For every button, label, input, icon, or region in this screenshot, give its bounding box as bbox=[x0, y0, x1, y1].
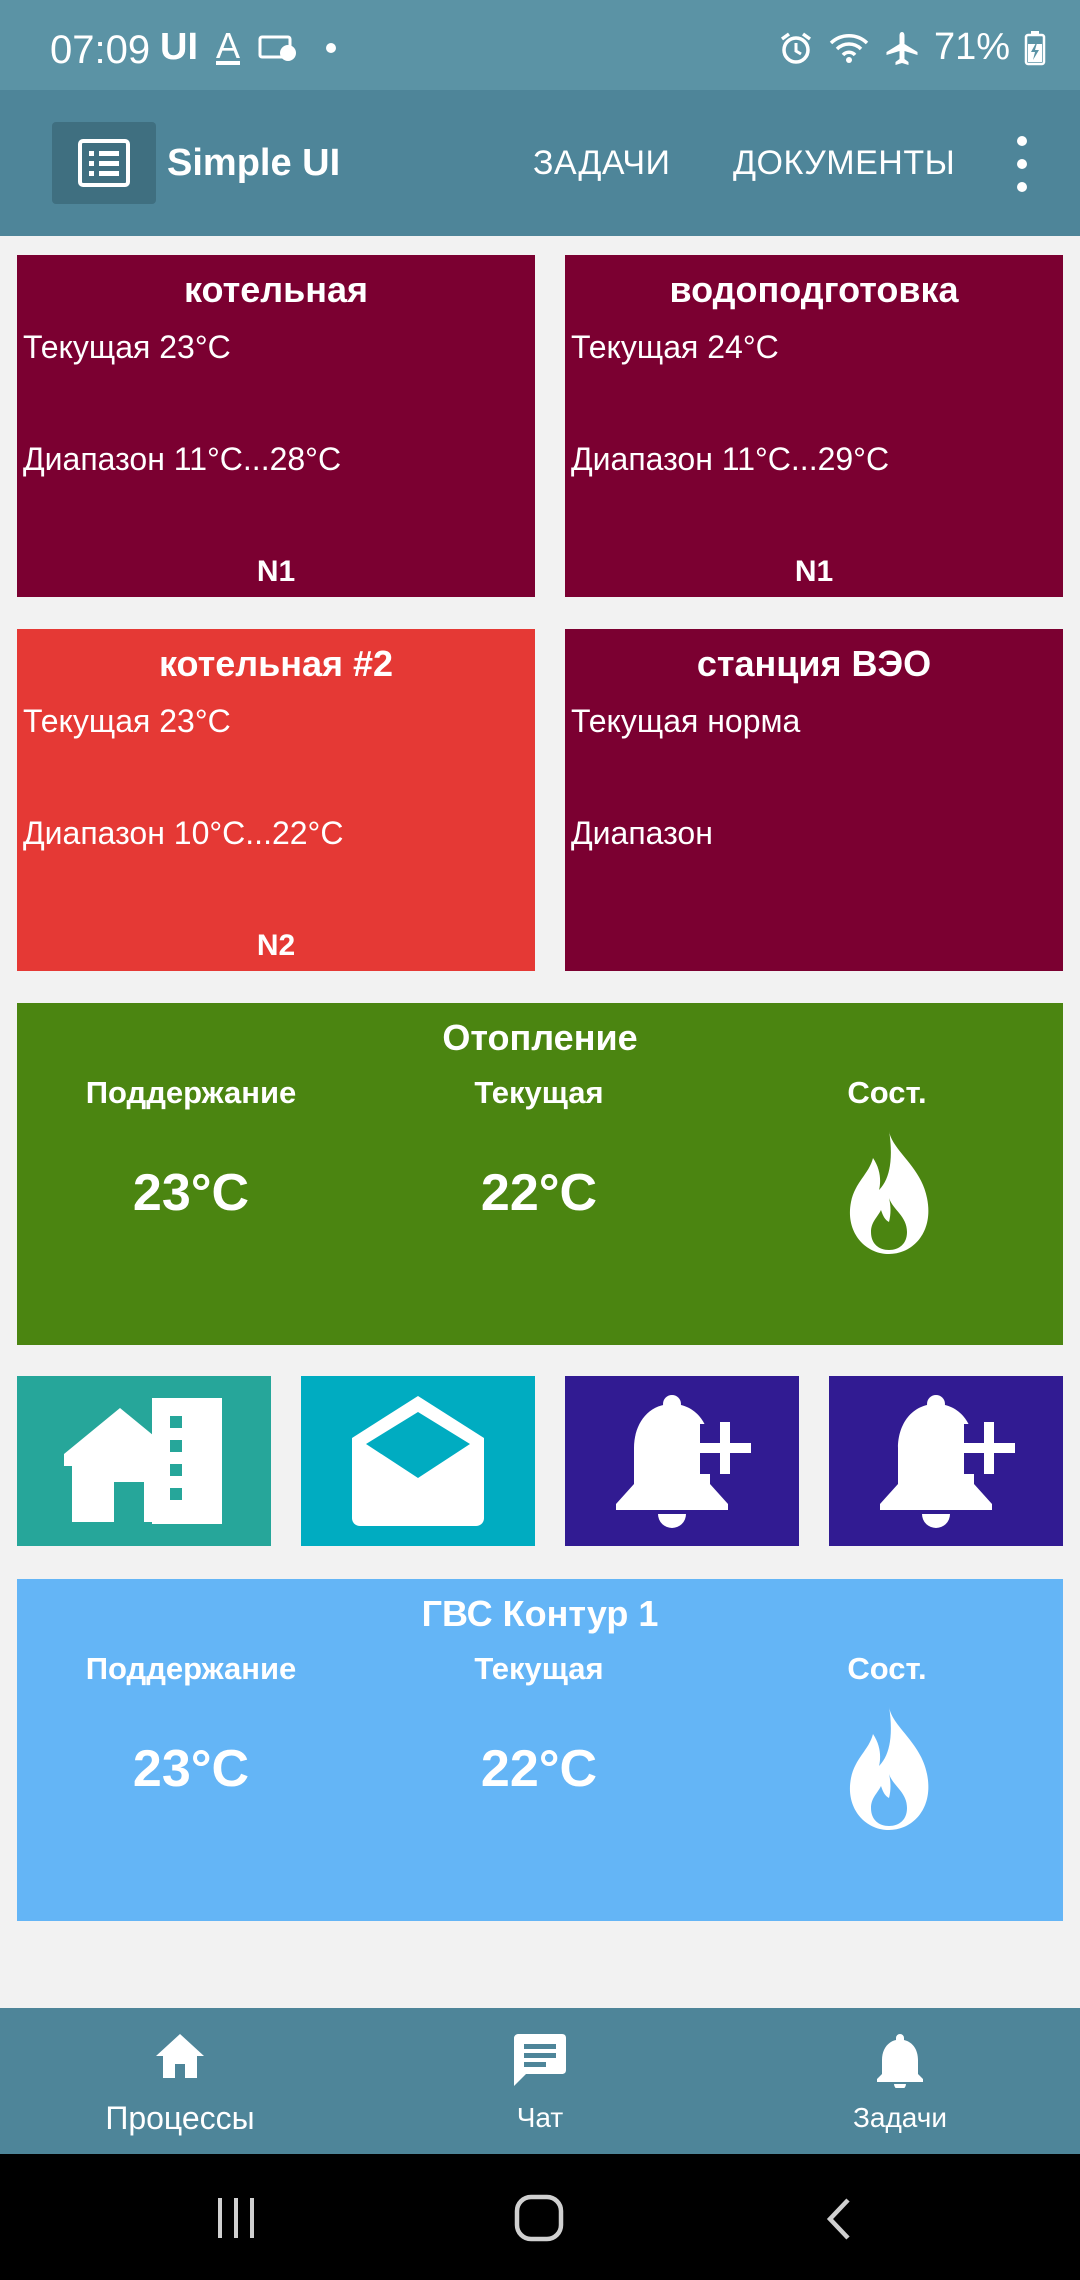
tile-current: Текущая 23°C bbox=[23, 703, 231, 739]
hot-water-panel[interactable]: ГВС Контур 1 Поддержание 23°C Текущая 22… bbox=[17, 1579, 1063, 1921]
font-a-icon: A bbox=[216, 24, 241, 66]
tile-footer: N1 bbox=[256, 555, 296, 588]
overflow-menu-button[interactable] bbox=[1000, 136, 1044, 192]
home-icon bbox=[156, 2034, 204, 2078]
panel-title: Отопление bbox=[442, 1017, 638, 1058]
current-label: Текущая bbox=[474, 1075, 604, 1110]
recents-icon[interactable] bbox=[214, 2196, 258, 2240]
home-circle-icon[interactable] bbox=[514, 2194, 564, 2242]
panel-title: ГВС Контур 1 bbox=[421, 1593, 659, 1634]
nav-item-chat[interactable]: Чат bbox=[360, 2008, 720, 2154]
current-value: 22°C bbox=[480, 1740, 598, 1798]
tile-boiler-room[interactable]: котельная Текущая 23°C Диапазон 11°C...2… bbox=[17, 255, 535, 597]
tile-title: котельная bbox=[183, 269, 369, 310]
back-icon[interactable] bbox=[824, 2196, 854, 2242]
nav-label: Процессы bbox=[105, 2100, 255, 2136]
tab-tasks[interactable]: ЗАДАЧИ bbox=[533, 144, 671, 183]
dot-icon bbox=[326, 42, 337, 53]
tile-veo-station[interactable]: станция ВЭО Текущая норма Диапазон bbox=[565, 629, 1063, 971]
bottom-navigation: Процессы Чат Задачи bbox=[0, 2008, 1080, 2154]
app-bar: Simple UI ЗАДАЧИ ДОКУМЕНТЫ bbox=[0, 90, 1080, 236]
battery-icon bbox=[1024, 30, 1046, 65]
flame-icon bbox=[849, 1130, 929, 1254]
tile-footer: N2 bbox=[256, 929, 296, 962]
flame-icon bbox=[849, 1706, 929, 1830]
tile-footer: N1 bbox=[794, 555, 834, 588]
current-label: Текущая bbox=[474, 1651, 604, 1686]
tile-water-treatment[interactable]: водоподготовка Текущая 24°C Диапазон 11°… bbox=[565, 255, 1063, 597]
tile-range: Диапазон bbox=[571, 815, 713, 851]
chat-icon bbox=[514, 2034, 566, 2086]
add-alert-button-1[interactable] bbox=[565, 1376, 799, 1546]
maintain-label: Поддержание bbox=[85, 1075, 297, 1110]
add-alert-button-2[interactable] bbox=[829, 1376, 1063, 1546]
app-title: Simple UI bbox=[167, 142, 341, 184]
maintain-value: 23°C bbox=[132, 1164, 250, 1222]
tile-current: Текущая 23°C bbox=[23, 329, 231, 365]
status-bar: 07:09 UI A 71% bbox=[0, 0, 1080, 90]
menu-button[interactable] bbox=[52, 122, 156, 204]
mail-icon bbox=[352, 1396, 484, 1526]
tile-title: водоподготовка bbox=[669, 269, 959, 310]
tile-range: Диапазон 10°C...22°C bbox=[23, 815, 344, 851]
battery-percent: 71% bbox=[933, 26, 1010, 68]
list-icon bbox=[78, 139, 130, 187]
current-value: 22°C bbox=[480, 1164, 598, 1222]
state-label: Сост. bbox=[847, 1651, 927, 1686]
bell-plus-icon bbox=[616, 1395, 751, 1528]
state-label: Сост. bbox=[847, 1075, 927, 1110]
bell-plus-icon bbox=[880, 1395, 1015, 1528]
tile-title: станция ВЭО bbox=[696, 643, 932, 684]
wifi-icon bbox=[829, 33, 869, 63]
maintain-label: Поддержание bbox=[85, 1651, 297, 1686]
heating-panel[interactable]: Отопление Поддержание 23°C Текущая 22°C … bbox=[17, 1003, 1063, 1345]
building-icon bbox=[64, 1398, 222, 1524]
nav-label: Задачи bbox=[852, 2102, 947, 2133]
ui-app-indicator: UI bbox=[160, 26, 198, 68]
system-navigation-bar bbox=[0, 2154, 1080, 2280]
nav-item-tasks[interactable]: Задачи bbox=[720, 2008, 1080, 2154]
status-time: 07:09 bbox=[50, 28, 151, 72]
tile-range: Диапазон 11°C...29°C bbox=[571, 441, 890, 477]
tile-boiler-room-2[interactable]: котельная #2 Текущая 23°C Диапазон 10°C.… bbox=[17, 629, 535, 971]
screencast-icon bbox=[258, 35, 297, 61]
airplane-icon bbox=[886, 31, 918, 65]
tab-documents[interactable]: ДОКУМЕНТЫ bbox=[733, 144, 955, 183]
mail-button[interactable] bbox=[301, 1376, 535, 1546]
alarm-icon bbox=[780, 32, 811, 64]
maintain-value: 23°C bbox=[132, 1740, 250, 1798]
tile-title: котельная #2 bbox=[158, 643, 394, 684]
tile-current: Текущая норма bbox=[571, 703, 801, 739]
tile-current: Текущая 24°C bbox=[571, 329, 779, 365]
nav-item-processes[interactable]: Процессы bbox=[0, 2008, 360, 2154]
nav-label: Чат bbox=[516, 2102, 564, 2133]
tile-range: Диапазон 11°C...28°C bbox=[23, 441, 342, 477]
building-button[interactable] bbox=[17, 1376, 271, 1546]
bell-icon bbox=[877, 2034, 923, 2088]
